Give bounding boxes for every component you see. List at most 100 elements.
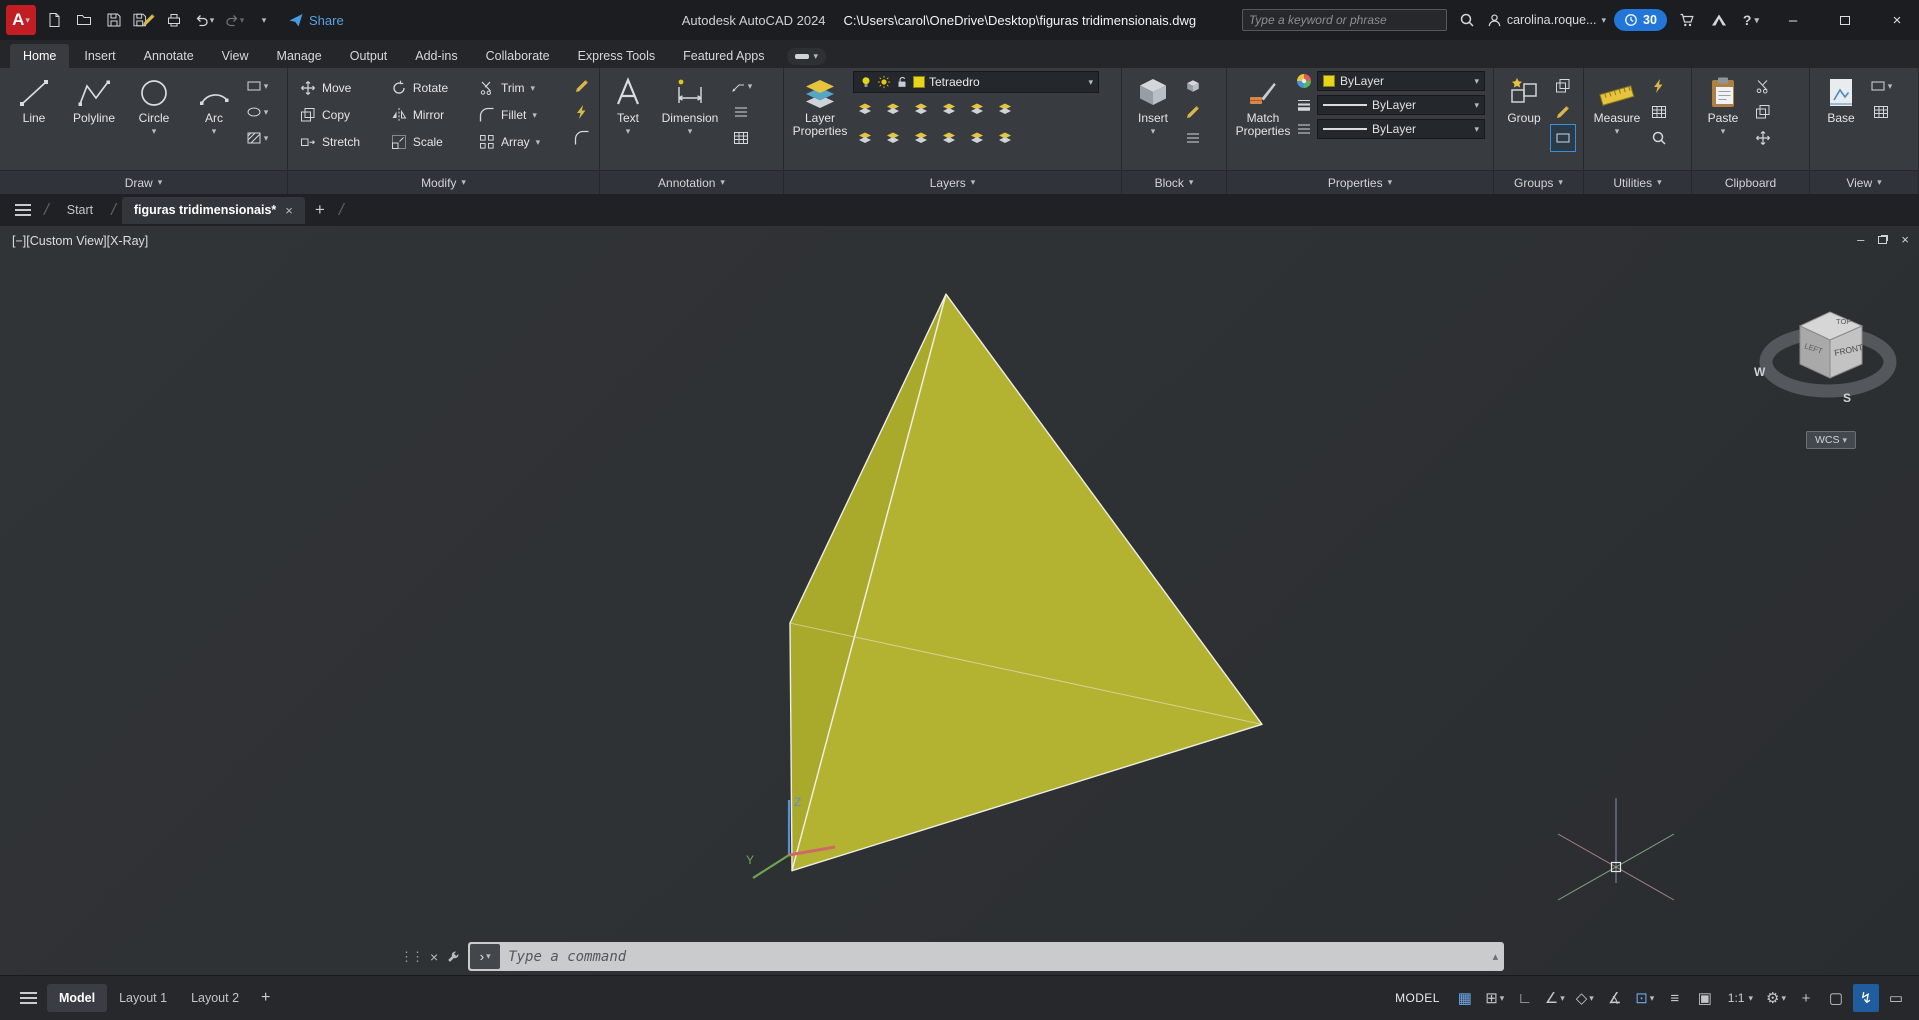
panel-label-utilities[interactable]: Utilities	[1584, 170, 1691, 194]
copy-with-base-point-button[interactable]	[1751, 125, 1775, 151]
dimension-button[interactable]: Dimension	[653, 71, 727, 170]
open-file-button[interactable]	[72, 8, 96, 32]
layer-properties-button[interactable]: Layer Properties	[789, 71, 851, 170]
new-file-button[interactable]	[42, 8, 66, 32]
polyline-button[interactable]: Polyline	[65, 71, 123, 170]
file-tabs-menu-button[interactable]	[8, 204, 38, 216]
base-view-button[interactable]: Base	[1815, 71, 1867, 170]
panel-label-clipboard[interactable]: Clipboard	[1692, 170, 1809, 194]
autodesk-mark-icon[interactable]	[1707, 8, 1731, 32]
viewport-close-button[interactable]: ×	[1901, 232, 1909, 247]
selection-cycling-toggle[interactable]: ▣	[1692, 984, 1718, 1012]
text-button[interactable]: Text	[605, 71, 651, 170]
layer-on-button[interactable]	[853, 125, 877, 151]
tab-express-tools[interactable]: Express Tools	[565, 44, 669, 68]
panel-label-draw[interactable]: Draw	[0, 170, 287, 194]
isodraft-toggle[interactable]: ◇	[1572, 984, 1598, 1012]
maximize-button[interactable]	[1823, 0, 1867, 40]
scale-button[interactable]: Scale	[386, 129, 474, 155]
panel-label-modify[interactable]: Modify	[288, 170, 599, 194]
ribbon-display-toggle[interactable]	[787, 48, 826, 65]
layer-lock-button[interactable]	[937, 96, 961, 122]
share-button[interactable]: Share	[282, 8, 350, 32]
graphics-performance-toggle[interactable]: ↯	[1853, 984, 1879, 1012]
arc-button[interactable]: Arc	[185, 71, 243, 170]
minimize-button[interactable]: –	[1771, 0, 1815, 40]
application-menu-button[interactable]: A	[6, 5, 36, 35]
annotation-scale-button[interactable]: 1:1	[1722, 991, 1759, 1005]
insert-button[interactable]: Insert	[1127, 71, 1179, 170]
panel-label-groups[interactable]: Groups	[1494, 170, 1583, 194]
table-button[interactable]	[729, 125, 753, 151]
group-edit-button[interactable]	[1551, 99, 1575, 125]
tab-view[interactable]: View	[209, 44, 262, 68]
ucs-icon[interactable]: Z Y	[730, 786, 860, 896]
status-menu-button[interactable]	[10, 992, 47, 1004]
chevron-down-icon[interactable]	[1088, 78, 1093, 87]
recent-commands-button[interactable]: ›	[470, 944, 500, 969]
redo-button[interactable]	[222, 8, 246, 32]
command-history-toggle[interactable]: ▴	[1493, 950, 1499, 963]
viewcube[interactable]: W S TOP LEFT FRONT	[1740, 286, 1919, 416]
save-as-button[interactable]	[132, 8, 156, 32]
ungroup-button[interactable]	[1551, 73, 1575, 99]
ortho-mode-toggle[interactable]: ∟	[1512, 984, 1538, 1012]
wcs-menu-button[interactable]: WCS	[1806, 431, 1856, 449]
viewport-restore-button[interactable]	[1878, 232, 1887, 247]
viewport-controls-label[interactable]: [−][Custom View][X-Ray]	[12, 234, 148, 248]
layout2-tab[interactable]: Layout 2	[179, 984, 251, 1012]
customization-button[interactable]: ⚙	[1763, 984, 1789, 1012]
mirror-button[interactable]: Mirror	[386, 102, 474, 128]
tab-output[interactable]: Output	[337, 44, 401, 68]
array-button[interactable]: Array	[474, 129, 566, 155]
app-store-cart-icon[interactable]	[1675, 8, 1699, 32]
thaw-all-layers-button[interactable]	[909, 125, 933, 151]
redo-dropdown-icon[interactable]	[240, 16, 245, 25]
tab-collaborate[interactable]: Collaborate	[473, 44, 563, 68]
tab-annotate[interactable]: Annotate	[131, 44, 207, 68]
group-button[interactable]: Group	[1499, 71, 1549, 170]
command-input-area[interactable]: › ▴	[468, 942, 1504, 971]
search-input[interactable]	[1249, 13, 1440, 27]
quick-calc-button[interactable]	[1647, 99, 1671, 125]
panel-label-annotation[interactable]: Annotation	[600, 170, 783, 194]
model-tab[interactable]: Model	[47, 984, 107, 1012]
leader-button[interactable]	[729, 73, 753, 99]
copy-button[interactable]: Copy	[295, 102, 386, 128]
command-input[interactable]	[508, 949, 1484, 965]
account-menu[interactable]: carolina.roque...	[1487, 13, 1606, 28]
color-wheel-icon[interactable]	[1296, 73, 1312, 89]
close-button[interactable]: ×	[1875, 0, 1919, 40]
plot-button[interactable]	[162, 8, 186, 32]
trim-button[interactable]: Trim	[474, 75, 566, 101]
lineweight-select[interactable]: ByLayer	[1317, 95, 1485, 115]
layer-off-button[interactable]	[853, 96, 877, 122]
write-block-button[interactable]	[1181, 99, 1205, 125]
cut-button[interactable]	[1751, 73, 1775, 99]
id-point-button[interactable]	[1647, 125, 1671, 151]
help-button[interactable]: ?	[1739, 8, 1763, 32]
save-button[interactable]	[102, 8, 126, 32]
tab-featured-apps[interactable]: Featured Apps	[670, 44, 777, 68]
compass-south-label[interactable]: S	[1843, 391, 1851, 405]
match-properties-button[interactable]: Match Properties	[1232, 71, 1294, 170]
object-snap-tracking-toggle[interactable]: ∡	[1602, 984, 1628, 1012]
panel-label-properties[interactable]: Properties	[1227, 170, 1493, 194]
fillet-button[interactable]: Fillet	[474, 102, 566, 128]
snap-mode-toggle[interactable]: ⊞	[1482, 984, 1508, 1012]
isolate-objects-button[interactable]: ▢	[1823, 984, 1849, 1012]
layer-previous-button[interactable]	[965, 125, 989, 151]
join-button[interactable]	[570, 125, 594, 151]
lineweight-display-toggle[interactable]: ≡	[1662, 984, 1688, 1012]
command-line-close-button[interactable]: ×	[430, 949, 438, 965]
text-style-button[interactable]	[729, 99, 753, 125]
tab-add-ins[interactable]: Add-ins	[402, 44, 470, 68]
linetype-list-icon[interactable]	[1296, 121, 1312, 137]
panel-label-block[interactable]: Block	[1122, 170, 1226, 194]
annotation-monitor-button[interactable]: +	[1793, 984, 1819, 1012]
stretch-button[interactable]: Stretch	[295, 129, 386, 155]
tab-active-document[interactable]: figuras tridimensionais* ×	[122, 197, 305, 224]
layer-isolate-button[interactable]	[881, 96, 905, 122]
quick-select-button[interactable]	[1647, 73, 1671, 99]
quick-access-customize-button[interactable]	[252, 8, 276, 32]
